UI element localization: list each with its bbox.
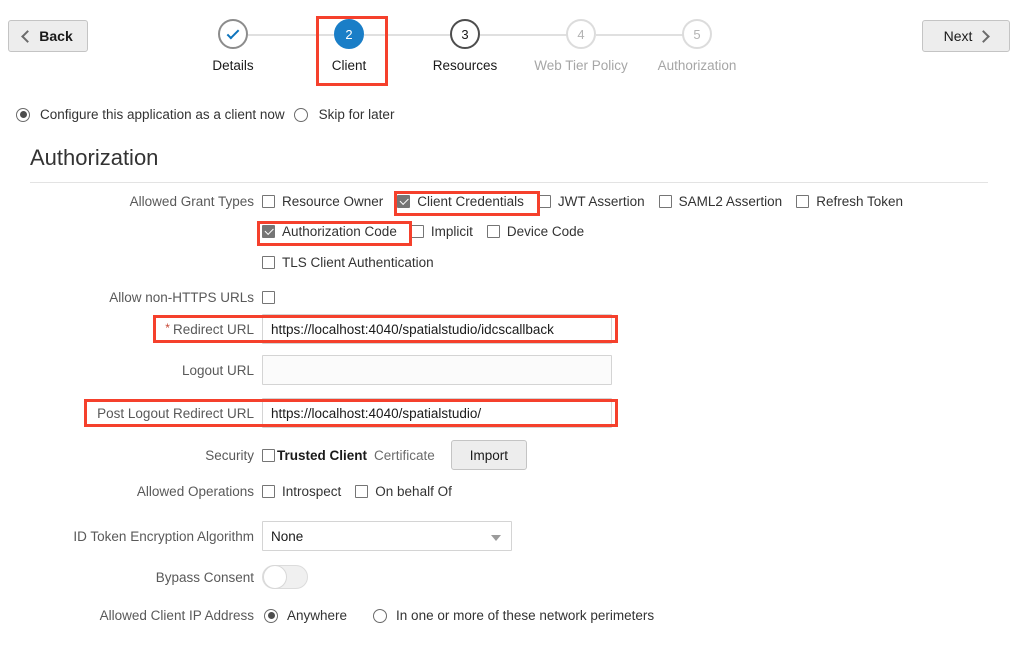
checkbox-saml2-assertion-label: SAML2 Assertion: [678, 194, 783, 209]
step-label-4: Web Tier Policy: [534, 58, 628, 73]
checkbox-on-behalf-of-label: On behalf Of: [375, 484, 452, 499]
check-icon: [226, 26, 240, 39]
checkbox-jwt-assertion-label: JWT Assertion: [557, 194, 645, 209]
checkbox-tls-client-authentication[interactable]: [262, 256, 275, 269]
allowed-client-ip-row: Allowed Client IP Address Anywhere In on…: [0, 608, 655, 623]
chevron-left-icon: [21, 29, 35, 43]
checkbox-saml2-assertion[interactable]: [658, 195, 672, 208]
radio-skip-for-later[interactable]: [293, 107, 308, 122]
radio-skip-for-later-label: Skip for later: [318, 107, 395, 122]
checkbox-client-credentials-label: Client Credentials: [417, 194, 524, 209]
redirect-url-row: * Redirect URL https://localhost:4040/spa…: [0, 314, 612, 344]
stepper-step-web-tier-policy[interactable]: 4 Web Tier Policy: [526, 16, 636, 73]
security-row: Security Trusted Client Certificate Impo…: [0, 440, 528, 470]
checkbox-jwt-assertion[interactable]: [537, 195, 551, 208]
allowed-operations-row: Allowed Operations Introspect On behalf …: [0, 484, 452, 499]
import-button[interactable]: Import: [450, 440, 528, 470]
checkbox-authorization-code[interactable]: [262, 225, 275, 238]
section-divider: [30, 182, 988, 183]
allowed-operations-label: Allowed Operations: [136, 484, 254, 499]
logout-url-row: Logout URL: [0, 355, 612, 385]
radio-configure-now-label: Configure this application as a client n…: [40, 107, 285, 122]
post-logout-redirect-url-value: https://localhost:4040/spatialstudio/: [271, 405, 482, 421]
allow-non-https-urls-row: Allow non-HTTPS URLs: [0, 290, 275, 305]
redirect-url-label-text: Redirect URL: [172, 321, 254, 337]
checkbox-introspect-label: Introspect: [282, 484, 342, 499]
allowed-client-ip-label: Allowed Client IP Address: [99, 608, 254, 623]
chevron-down-icon: [491, 535, 501, 541]
checkbox-on-behalf-of[interactable]: [355, 485, 369, 498]
step-label-2: Client: [331, 58, 367, 73]
next-button[interactable]: Next: [922, 20, 1010, 52]
checkbox-device-code[interactable]: [486, 225, 500, 238]
checkbox-resource-owner-label: Resource Owner: [282, 194, 384, 209]
allowed-grant-types-row-2: Authorization Code Implicit Device Code: [262, 224, 584, 239]
stepper-step-details[interactable]: Details: [178, 16, 288, 73]
checkbox-allow-non-https-urls[interactable]: [262, 291, 275, 304]
allowed-grant-types-row-1: Allowed Grant Types Resource Owner Clien…: [0, 194, 960, 209]
checkbox-trusted-client[interactable]: [262, 448, 275, 462]
next-button-label: Next: [943, 28, 973, 44]
checkbox-device-code-label: Device Code: [506, 224, 585, 239]
logout-url-input[interactable]: [262, 355, 612, 385]
logout-url-label: Logout URL: [181, 362, 254, 378]
checkbox-introspect[interactable]: [262, 485, 275, 498]
certificate-label: Certificate: [374, 447, 435, 463]
id-token-encryption-select[interactable]: None: [262, 521, 512, 551]
radio-configure-now[interactable]: [16, 107, 30, 122]
checkbox-authorization-code-label: Authorization Code: [282, 224, 397, 239]
step-circle-5: 5: [682, 19, 712, 49]
back-button-label: Back: [39, 28, 73, 44]
radio-ip-perimeters[interactable]: [373, 608, 388, 623]
checkbox-refresh-token[interactable]: [796, 195, 810, 208]
checkbox-refresh-token-label: Refresh Token: [816, 194, 904, 209]
post-logout-redirect-url-input[interactable]: https://localhost:4040/spatialstudio/: [262, 398, 612, 428]
step-label-5: Authorization: [657, 58, 737, 73]
allowed-grant-types-row-3: TLS Client Authentication: [262, 255, 434, 270]
chevron-right-icon: [977, 29, 991, 43]
client-mode-radio-group: Configure this application as a client n…: [16, 107, 394, 122]
checkbox-tls-client-authentication-label: TLS Client Authentication: [282, 255, 434, 270]
checkbox-resource-owner[interactable]: [262, 195, 275, 208]
post-logout-redirect-url-label: Post Logout Redirect URL: [97, 405, 254, 421]
radio-ip-perimeters-label: In one or more of these network perimete…: [396, 608, 655, 623]
redirect-url-value: https://localhost:4040/spatialstudio/idc…: [271, 321, 554, 337]
required-marker: *: [165, 320, 170, 335]
checkbox-trusted-client-label: Trusted Client: [277, 447, 368, 463]
id-token-encryption-value: None: [271, 528, 304, 544]
id-token-encryption-row: ID Token Encryption Algorithm None: [0, 521, 512, 551]
bypass-consent-toggle[interactable]: [262, 565, 308, 589]
allowed-grant-types-label: Allowed Grant Types: [129, 194, 254, 209]
bypass-consent-label: Bypass Consent: [155, 569, 254, 585]
checkbox-implicit[interactable]: [410, 225, 424, 238]
id-token-encryption-label: ID Token Encryption Algorithm: [73, 528, 254, 544]
wizard-stepper: Details 2 Client 3 Resources 4 Web Tier …: [180, 16, 780, 92]
bypass-consent-row: Bypass Consent: [0, 565, 308, 589]
radio-ip-anywhere-label: Anywhere: [287, 608, 348, 623]
authorization-wizard-page: Back Next Details 2 Client 3 Resources 4…: [0, 0, 1017, 646]
stepper-step-client[interactable]: 2 Client: [294, 16, 404, 73]
page-title: Authorization: [30, 145, 159, 170]
back-button[interactable]: Back: [8, 20, 88, 52]
step-circle-4: 4: [566, 19, 596, 49]
step-circle-3: 3: [450, 19, 480, 49]
checkbox-client-credentials[interactable]: [397, 195, 411, 208]
redirect-url-label: * Redirect URL: [0, 322, 254, 337]
stepper-step-authorization[interactable]: 5 Authorization: [642, 16, 752, 73]
checkbox-implicit-label: Implicit: [430, 224, 473, 239]
step-label-1: Details: [212, 58, 254, 73]
allow-non-https-urls-label: Allow non-HTTPS URLs: [109, 290, 254, 305]
post-logout-redirect-url-row: Post Logout Redirect URL https://localho…: [0, 398, 612, 428]
step-label-3: Resources: [432, 58, 498, 73]
redirect-url-input[interactable]: https://localhost:4040/spatialstudio/idc…: [262, 314, 612, 344]
stepper-step-resources[interactable]: 3 Resources: [410, 16, 520, 73]
step-circle-2: 2: [334, 19, 364, 49]
security-label: Security: [205, 447, 254, 463]
radio-ip-anywhere[interactable]: [264, 608, 278, 623]
step-circle-1: [218, 19, 248, 49]
toggle-knob: [263, 565, 287, 589]
